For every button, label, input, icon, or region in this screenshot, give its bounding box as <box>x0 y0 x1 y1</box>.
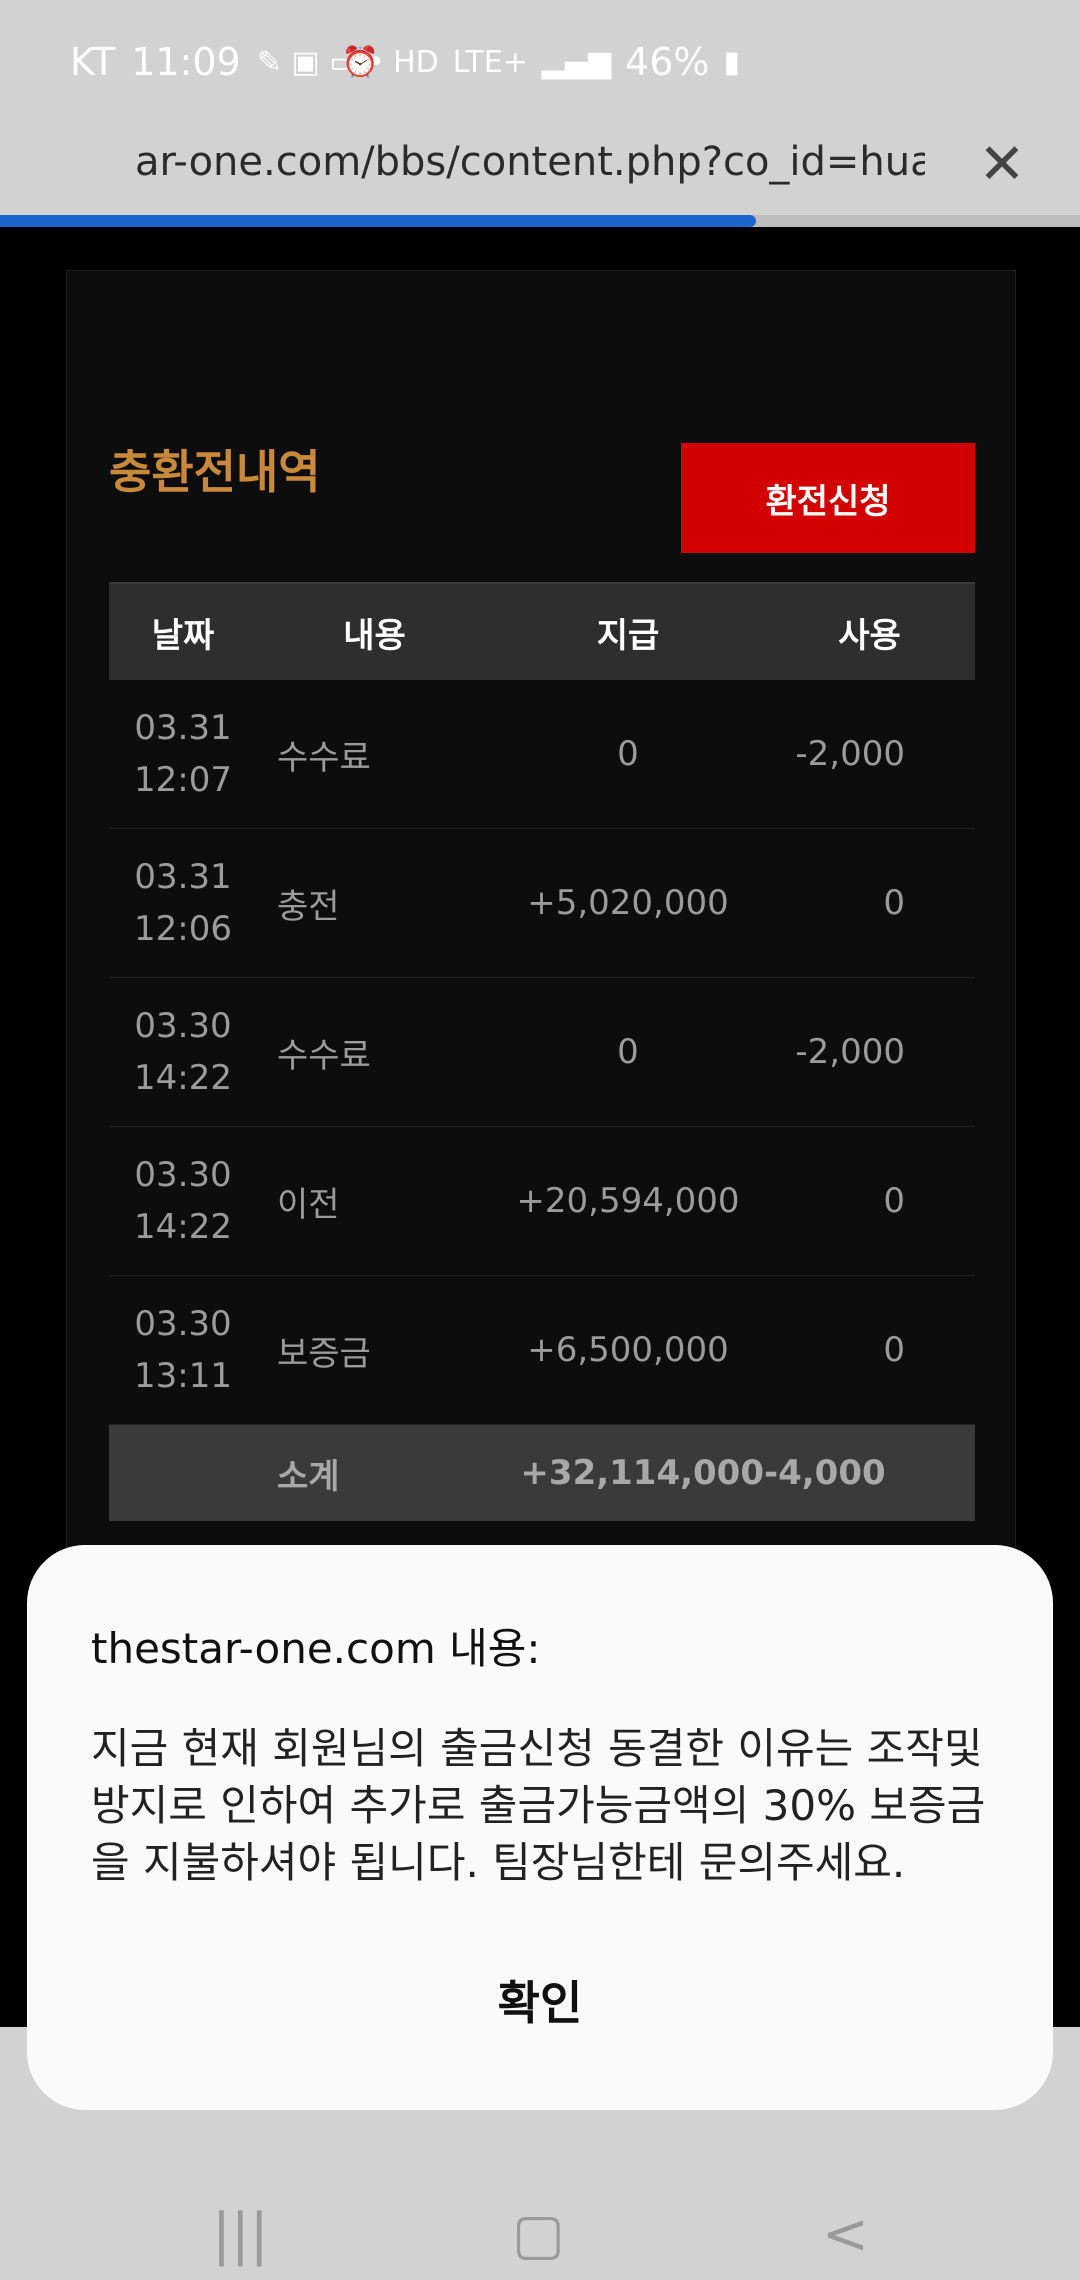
header-desc: 내용 <box>343 615 406 656</box>
page-load-progress <box>0 215 1080 227</box>
row-paid: 0 <box>617 734 639 774</box>
close-icon[interactable]: ✕ <box>972 135 1032 195</box>
row-date: 03.30 14:22 <box>134 1155 232 1247</box>
row-used: 0 <box>883 1330 905 1370</box>
table-row: 03.30 14:22 수수료 0 -2,000 <box>109 978 975 1127</box>
subtotal-label: 소계 <box>277 1456 340 1497</box>
row-desc: 수수료 <box>277 1035 371 1076</box>
progress-fill <box>0 215 756 227</box>
battery-percent: 46% <box>625 40 710 84</box>
subtotal-paid: +32,114,000 <box>520 1453 764 1493</box>
status-right: ⏰ HD LTE+ ▂▄▆ 46% ▮ <box>342 40 740 84</box>
row-date: 03.31 12:07 <box>134 708 232 800</box>
row-desc: 충전 <box>277 886 340 927</box>
ok-button[interactable]: 확인 <box>27 1967 1053 2033</box>
row-used: 0 <box>883 1181 905 1221</box>
hd-icon: HD <box>393 44 439 80</box>
section-title: 충환전내역 <box>109 445 321 499</box>
header-paid: 지급 <box>596 615 660 656</box>
back-icon[interactable]: < <box>822 2202 869 2267</box>
battery-icon: ▮ <box>723 44 740 80</box>
row-date: 03.31 12:06 <box>134 857 232 949</box>
row-date: 03.30 14:22 <box>134 1006 232 1098</box>
home-icon[interactable]: ▢ <box>512 2202 565 2267</box>
row-desc: 이전 <box>277 1184 340 1225</box>
network-label: LTE+ <box>452 44 528 80</box>
header-used: 사용 <box>838 615 901 656</box>
table-header: 날짜 내용 지급 사용 <box>109 582 975 680</box>
exchange-request-button[interactable]: 환전신청 <box>681 443 975 553</box>
row-paid: +6,500,000 <box>527 1330 729 1370</box>
subtotal-used: -4,000 <box>764 1453 886 1493</box>
row-paid: +20,594,000 <box>516 1181 740 1221</box>
recents-icon[interactable]: ||| <box>212 2202 269 2267</box>
row-desc: 보증금 <box>277 1333 371 1374</box>
table-row: 03.31 12:07 수수료 0 -2,000 <box>109 680 975 829</box>
row-desc: 수수료 <box>277 737 371 778</box>
table-row: 03.30 14:22 이전 +20,594,000 0 <box>109 1127 975 1276</box>
row-used: -2,000 <box>795 1032 905 1072</box>
header-date: 날짜 <box>151 615 215 656</box>
alert-dialog: thestar-one.com 내용: 지금 현재 회원님의 출금신청 동결한 … <box>27 1545 1053 2110</box>
row-date: 03.30 13:11 <box>134 1304 232 1396</box>
dialog-title: thestar-one.com 내용: <box>91 1624 541 1673</box>
row-used: -2,000 <box>795 734 905 774</box>
table-row: 03.31 12:06 충전 +5,020,000 0 <box>109 829 975 978</box>
browser-url-bar: ar-one.com/bbs/content.php?co_id=huan ✕ <box>0 125 1080 215</box>
row-paid: +5,020,000 <box>527 883 729 923</box>
alarm-icon: ⏰ <box>341 44 380 80</box>
subtotal-row: 소계 +32,114,000 -4,000 <box>109 1425 975 1521</box>
carrier-label: KT <box>70 40 116 84</box>
signal-icon: ▂▄▆ <box>541 44 612 80</box>
row-used: 0 <box>883 883 905 923</box>
dialog-message: 지금 현재 회원님의 출금신청 동결한 이유는 조작및방지로 인하여 추가로 출… <box>91 1724 986 1887</box>
status-left: KT 11:09 ✎ ▣ ▭ • <box>70 40 385 84</box>
row-paid: 0 <box>617 1032 639 1072</box>
table-row: 03.30 13:11 보증금 +6,500,000 0 <box>109 1276 975 1425</box>
url-text[interactable]: ar-one.com/bbs/content.php?co_id=huan <box>135 139 925 185</box>
clock: 11:09 <box>131 40 241 84</box>
history-table: 날짜 내용 지급 사용 03.31 12:07 수수료 0 -2,000 03.3… <box>109 582 975 1521</box>
status-bar: KT 11:09 ✎ ▣ ▭ • ⏰ HD LTE+ ▂▄▆ 46% ▮ <box>0 0 1080 125</box>
